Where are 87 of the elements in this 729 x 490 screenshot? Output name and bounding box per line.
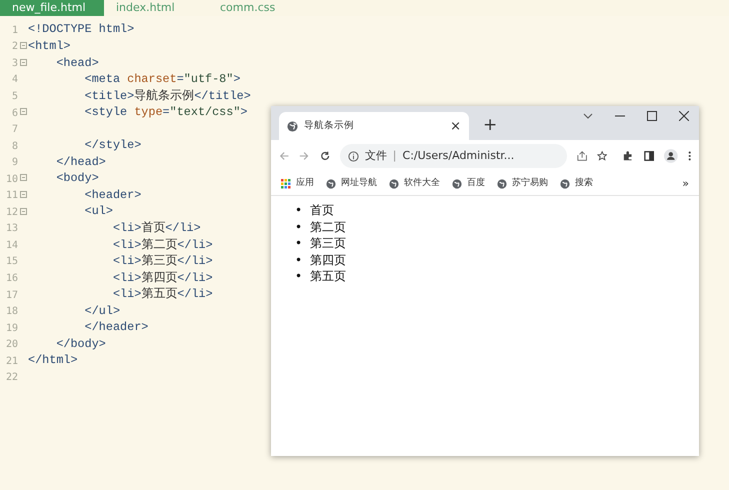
- line-number: 4: [10, 73, 18, 88]
- apps-grid-icon: [281, 178, 291, 188]
- globe-icon: [497, 178, 507, 188]
- code-line: <li>第五页</li>: [112, 286, 213, 304]
- code-line: </style>: [84, 137, 142, 154]
- bookmark-item[interactable]: 搜索: [560, 176, 593, 190]
- menu-icon[interactable]: [688, 150, 691, 162]
- star-icon[interactable]: [597, 150, 608, 162]
- address-bar[interactable]: 文件 | C:/Users/Administr...: [340, 144, 567, 168]
- code-line: </head>: [55, 154, 106, 171]
- code-line: <ul>: [84, 203, 113, 220]
- line-number: 15: [4, 255, 18, 270]
- maximize-icon[interactable]: [647, 111, 657, 121]
- share-icon[interactable]: [576, 150, 588, 162]
- bookmark-item[interactable]: 应用: [281, 176, 314, 190]
- line-number: 17: [4, 288, 18, 303]
- bookmark-item[interactable]: 软件大全: [389, 176, 440, 190]
- code-line: <li>首页</li>: [112, 220, 201, 237]
- close-tab-button[interactable]: ×: [450, 120, 461, 132]
- code-line: </html>: [28, 352, 78, 370]
- line-number: 12: [4, 206, 18, 220]
- code-line: <li>第三页</li>: [112, 253, 213, 270]
- bullet: •: [295, 252, 302, 268]
- code-line: <!DOCTYPE html>: [28, 21, 134, 38]
- globe-icon: [389, 178, 399, 188]
- line-number: 5: [10, 90, 18, 104]
- line-number: 19: [4, 322, 18, 336]
- globe-icon: [560, 178, 570, 188]
- code-line: <head>: [55, 54, 99, 72]
- list-item: 第三页: [310, 235, 346, 252]
- bookmark-item[interactable]: 百度: [452, 176, 485, 190]
- code-line: </ul>: [84, 302, 120, 320]
- list-item: 第五页: [310, 268, 346, 284]
- file-tab[interactable]: new_file.html: [0, 0, 104, 16]
- line-number: 6: [10, 106, 18, 120]
- line-number: 3: [10, 56, 18, 71]
- code-line: <li>第二页</li>: [112, 236, 213, 254]
- minimize-icon[interactable]: [615, 115, 625, 117]
- close-icon[interactable]: [679, 111, 689, 121]
- scheme-label: 文件: [364, 148, 387, 164]
- line-number: 20: [4, 338, 18, 352]
- more-bookmarks-button[interactable]: »: [682, 178, 689, 189]
- bullet: •: [295, 218, 302, 235]
- bookmark-item[interactable]: 苏宁易购: [497, 176, 548, 190]
- info-icon: [348, 150, 359, 162]
- globe-icon: [326, 178, 336, 188]
- code-line: <body>: [55, 170, 99, 188]
- list-item: 首页: [310, 202, 334, 218]
- line-number: 2: [10, 40, 18, 54]
- line-number: 9: [10, 156, 18, 170]
- line-number: 16: [4, 272, 18, 286]
- separator: |: [392, 148, 397, 164]
- list-item: 第二页: [310, 218, 346, 235]
- line-number: 21: [4, 354, 18, 369]
- code-line: <li>第四页</li>: [112, 270, 213, 287]
- line-number: 10: [4, 172, 18, 187]
- line-number: 18: [4, 305, 18, 320]
- puzzle-icon[interactable]: [623, 150, 634, 162]
- code-line: <meta charset="utf-8">: [84, 71, 240, 88]
- line-number: 22: [4, 371, 18, 386]
- bullet: •: [295, 268, 302, 284]
- bullet: •: [295, 235, 302, 252]
- reload-icon[interactable]: [320, 150, 330, 162]
- line-number: 7: [10, 123, 18, 138]
- line-number: 1: [10, 24, 18, 38]
- url-text: C:/Users/Administr...: [402, 148, 514, 164]
- code-line: <title>导航条示例</title>: [84, 88, 251, 105]
- bookmark-item[interactable]: 网址导航: [326, 176, 377, 190]
- code-line: </body>: [55, 336, 106, 353]
- line-number: 11: [4, 189, 18, 204]
- globe-icon: [287, 120, 298, 132]
- side-panel-icon[interactable]: [644, 150, 654, 162]
- tab-title: 导航条示例: [304, 118, 355, 133]
- code-line: </header>: [84, 319, 148, 336]
- profile-icon[interactable]: [664, 148, 678, 164]
- line-number: 14: [4, 238, 18, 253]
- code-line: <style type="text/css">: [84, 104, 248, 122]
- list-item: 第四页: [310, 252, 346, 268]
- bullet: •: [295, 202, 302, 218]
- line-number: 13: [4, 222, 18, 236]
- globe-icon: [452, 178, 462, 188]
- code-line: <html>: [28, 38, 70, 55]
- new-tab-button[interactable]: +: [483, 117, 498, 134]
- chevron-down-icon[interactable]: [583, 113, 593, 119]
- browser-tab[interactable]: 导航条示例 ×: [279, 112, 469, 140]
- line-number: 8: [10, 140, 18, 154]
- code-line: <header>: [84, 186, 142, 204]
